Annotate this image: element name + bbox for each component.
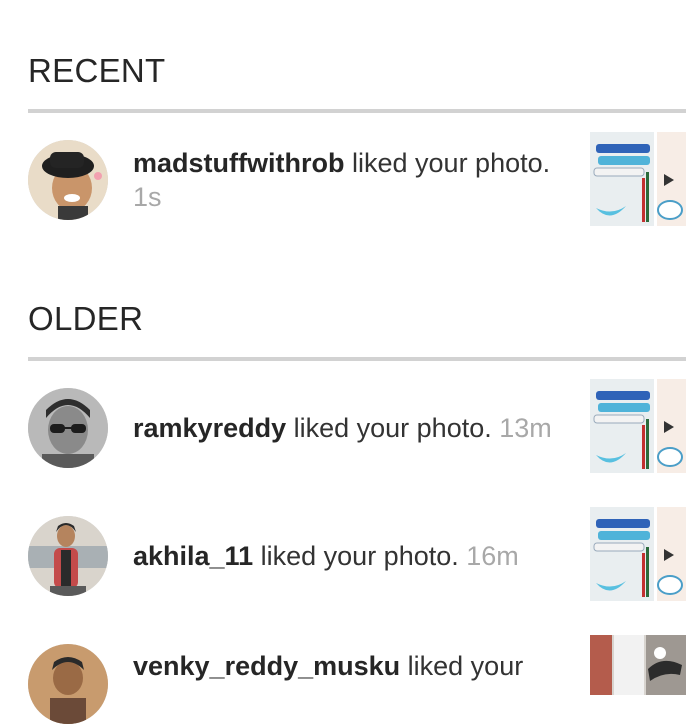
notification-action: liked your [407, 651, 524, 681]
notification-thumbnail[interactable] [590, 132, 686, 226]
notification-time: 16m [466, 541, 519, 571]
notification-time: 13m [499, 413, 552, 443]
notification-thumbnail[interactable] [590, 507, 686, 601]
notification-time: 1s [133, 182, 162, 212]
notification-action: liked your photo. [352, 148, 551, 178]
craft-paints-photo-icon [590, 507, 686, 601]
notification-item[interactable]: ramkyreddy liked your photo. 13m [0, 379, 696, 475]
notification-thumbnail[interactable] [590, 635, 686, 695]
user-avatar-icon [28, 644, 108, 724]
user-avatar-hat-icon [28, 140, 108, 220]
notification-text: madstuffwithrob liked your photo. 1s [133, 146, 556, 214]
notification-item[interactable]: venky_reddy_musku liked your [0, 635, 696, 724]
notification-action: liked your photo. [293, 413, 492, 443]
user-avatar-woman-icon [28, 516, 108, 596]
recent-divider [28, 109, 686, 113]
notification-item[interactable]: madstuffwithrob liked your photo. 1s [0, 132, 696, 228]
notification-text: ramkyreddy liked your photo. 13m [133, 411, 556, 445]
older-divider [28, 357, 686, 361]
notification-username[interactable]: madstuffwithrob [133, 148, 344, 178]
user-avatar[interactable] [28, 388, 108, 468]
craft-paints-photo-icon [590, 379, 686, 473]
notification-text: akhila_11 liked your photo. 16m [133, 539, 556, 573]
notification-action: liked your photo. [260, 541, 459, 571]
notification-username[interactable]: ramkyreddy [133, 413, 286, 443]
notification-item[interactable]: akhila_11 liked your photo. 16m [0, 507, 696, 603]
older-section-title: OLDER [28, 300, 144, 337]
notification-username[interactable]: akhila_11 [133, 541, 253, 571]
notification-text: venky_reddy_musku liked your [133, 649, 556, 683]
user-avatar[interactable] [28, 644, 108, 724]
notification-username[interactable]: venky_reddy_musku [133, 651, 400, 681]
notification-thumbnail[interactable] [590, 379, 686, 473]
user-avatar-sunglasses-icon [28, 388, 108, 468]
user-avatar[interactable] [28, 140, 108, 220]
user-avatar[interactable] [28, 516, 108, 596]
recent-section-title: RECENT [28, 52, 166, 89]
craft-paints-photo-icon [590, 132, 686, 226]
craft-photo-icon [590, 635, 686, 695]
